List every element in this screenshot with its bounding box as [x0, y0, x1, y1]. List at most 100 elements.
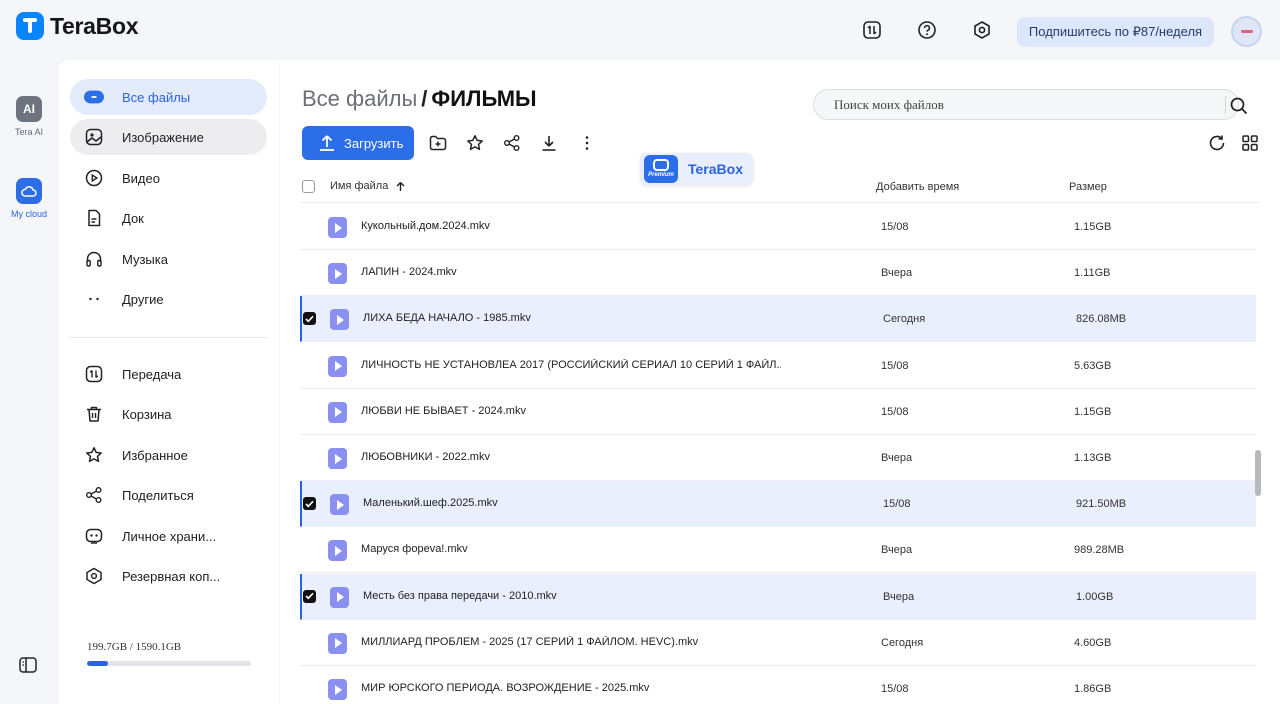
row-checkbox-checked[interactable]: [303, 312, 316, 326]
sidebar-item-images[interactable]: Изображение: [70, 119, 267, 155]
download-icon[interactable]: [538, 132, 560, 154]
sidebar-item-video[interactable]: Видео: [70, 160, 267, 196]
sidebar-item-trash[interactable]: Корзина: [70, 396, 267, 432]
video-file-icon: [330, 309, 349, 331]
table-row[interactable]: МИР ЮРСКОГО ПЕРИОДА. ВОЗРОЖДЕНИЕ - 2025.…: [300, 666, 1256, 704]
table-row[interactable]: Маленький.шеф.2025.mkv 15/08 921.50MB: [300, 481, 1256, 528]
share-icon[interactable]: [501, 132, 523, 154]
search-input[interactable]: [834, 96, 1194, 113]
document-icon: [84, 208, 104, 228]
search-box: [813, 89, 1248, 120]
table-row[interactable]: ЛИХА БЕДА НАЧАЛО - 1985.mkv Сегодня 826.08…: [300, 296, 1256, 343]
grid-view-icon[interactable]: [1239, 132, 1261, 154]
sidebar-item-docs[interactable]: Док: [70, 200, 267, 236]
sidebar-item-label: Видео: [122, 170, 160, 186]
avatar[interactable]: [1231, 16, 1262, 47]
column-size[interactable]: Размер: [1069, 181, 1107, 193]
upload-button[interactable]: Загрузить: [302, 126, 414, 160]
table-row[interactable]: ЛАПИН - 2024.mkv Вчера 1.11GB: [300, 250, 1256, 297]
file-size: 4.60GB: [1074, 636, 1112, 649]
table-row[interactable]: Кукольный.дом.2024.mkv 15/08 1.15GB: [300, 204, 1256, 250]
more-options-icon[interactable]: [576, 132, 598, 154]
favorite-star-icon[interactable]: [464, 132, 486, 154]
table-row[interactable]: Месть без права передачи - 2010.mkv Вчера…: [300, 573, 1256, 620]
sidebar-item-favorites[interactable]: Избранное: [70, 437, 267, 473]
file-added-time: Сегодня: [881, 636, 924, 649]
file-name[interactable]: ЛЮБОВНИКИ - 2022.mkv: [361, 451, 490, 463]
all-files-icon: [84, 87, 104, 107]
table-header: Имя файла Добавить время Размер: [300, 173, 1260, 203]
table-row[interactable]: ЛЮБВИ НЕ БЫВАЕТ - 2024.mkv 15/08 1.15GB: [300, 389, 1256, 435]
file-name[interactable]: Маруся фореva!.mkv: [361, 543, 468, 555]
search-divider: [1225, 96, 1226, 114]
file-name[interactable]: ЛЮБВИ НЕ БЫВАЕТ - 2024.mkv: [361, 405, 526, 417]
file-name[interactable]: Кукольный.дом.2024.mkv: [361, 220, 490, 232]
file-size: 989.28MB: [1074, 544, 1125, 557]
table-row[interactable]: МИЛЛИАРД ПРОБЛЕМ - 2025 (17 СЕРИЙ 1 ФАЙЛ…: [300, 620, 1256, 666]
refresh-icon[interactable]: [1206, 132, 1228, 154]
video-file-icon: [328, 679, 347, 700]
table-row[interactable]: Маруся фореva!.mkv Вчера 989.28MB: [300, 527, 1256, 574]
breadcrumb-root[interactable]: Все файлы: [302, 86, 417, 111]
video-file-icon: [330, 494, 349, 516]
sidebar-item-label: Избранное: [122, 447, 188, 463]
sidebar-item-personal-vault[interactable]: Личное храни...: [70, 518, 267, 554]
file-name[interactable]: МИР ЮРСКОГО ПЕРИОДА. ВОЗРОЖДЕНИЕ - 2025.…: [361, 682, 649, 694]
subscribe-button[interactable]: Подпишитесь по ₽87/неделя: [1017, 17, 1214, 47]
file-name[interactable]: ЛИХА БЕДА НАЧАЛО - 1985.mkv: [363, 312, 531, 324]
sidebar-item-label: Музыка: [122, 251, 168, 267]
search-icon[interactable]: [1229, 96, 1249, 116]
rail-item-my-cloud[interactable]: My cloud: [0, 178, 58, 219]
row-checkbox-checked[interactable]: [303, 497, 316, 511]
file-size: 1.11GB: [1074, 267, 1111, 280]
image-icon: [84, 127, 104, 147]
table-row[interactable]: ЛЮБОВНИКИ - 2022.mkv Вчера 1.13GB: [300, 435, 1256, 481]
file-name[interactable]: Маленький.шеф.2025.mkv: [363, 497, 498, 509]
sidebar-item-music[interactable]: Музыка: [70, 241, 267, 277]
file-name[interactable]: ЛАПИН - 2024.mkv: [361, 266, 457, 278]
table-row[interactable]: ЛИЧНОСТЬ НЕ УСТАНОВЛЕА 2017 (РОССИЙСКИЙ …: [300, 343, 1256, 389]
upload-label: Загрузить: [344, 135, 404, 151]
storage-bar-fill: [87, 661, 108, 666]
new-folder-icon[interactable]: [427, 132, 449, 154]
column-time[interactable]: Добавить время: [876, 181, 959, 193]
video-file-icon: [328, 448, 347, 469]
file-added-time: 15/08: [883, 498, 911, 511]
file-name[interactable]: ЛИЧНОСТЬ НЕ УСТАНОВЛЕА 2017 (РОССИЙСКИЙ …: [361, 359, 781, 371]
video-file-icon: [328, 401, 347, 423]
terabox-logo-icon: [16, 12, 44, 40]
file-size: 1.15GB: [1074, 221, 1112, 233]
select-all-checkbox[interactable]: [302, 180, 315, 193]
sidebar-item-label: Корзина: [122, 406, 172, 422]
logo-text: TeraBox: [50, 12, 139, 39]
sidebar-item-other[interactable]: Другие: [70, 281, 267, 317]
sidebar-item-transfer[interactable]: Передача: [70, 356, 267, 392]
file-size: 1.86GB: [1074, 683, 1112, 695]
file-name[interactable]: МИЛЛИАРД ПРОБЛЕМ - 2025 (17 СЕРИЙ 1 ФАЙЛ…: [361, 636, 698, 648]
video-file-icon: [328, 632, 347, 654]
column-name[interactable]: Имя файла: [330, 180, 405, 192]
file-added-time: Вчера: [881, 267, 913, 280]
sidebar-collapse-icon[interactable]: [18, 655, 38, 675]
row-checkbox-checked[interactable]: [303, 589, 316, 603]
help-icon[interactable]: [915, 18, 939, 42]
file-name[interactable]: Месть без права передачи - 2010.mkv: [363, 590, 557, 602]
terabox-logo[interactable]: TeraBox: [16, 12, 139, 40]
file-added-time: 15/08: [881, 405, 909, 418]
file-size: 826.08MB: [1076, 313, 1127, 326]
trash-icon: [84, 404, 104, 424]
transfer-icon[interactable]: [860, 18, 884, 42]
sort-arrow-up-icon: [396, 181, 405, 191]
sidebar-item-all-files[interactable]: Все файлы: [70, 79, 267, 115]
video-file-icon: [328, 263, 347, 285]
breadcrumb-current: ФИЛЬМЫ: [431, 86, 537, 111]
sidebar-item-backup[interactable]: Резервная коп...: [70, 558, 267, 594]
file-size: 1.00GB: [1076, 590, 1114, 603]
rail-item-tera-ai[interactable]: AI Tera AI: [0, 96, 58, 137]
breadcrumb: Все файлы / ФИЛЬМЫ: [302, 86, 537, 112]
share-icon: [84, 485, 104, 505]
scrollbar-thumb[interactable]: [1255, 450, 1261, 496]
settings-icon[interactable]: [970, 18, 994, 42]
sidebar-item-share[interactable]: Поделиться: [70, 477, 267, 513]
vault-icon: [84, 526, 104, 546]
